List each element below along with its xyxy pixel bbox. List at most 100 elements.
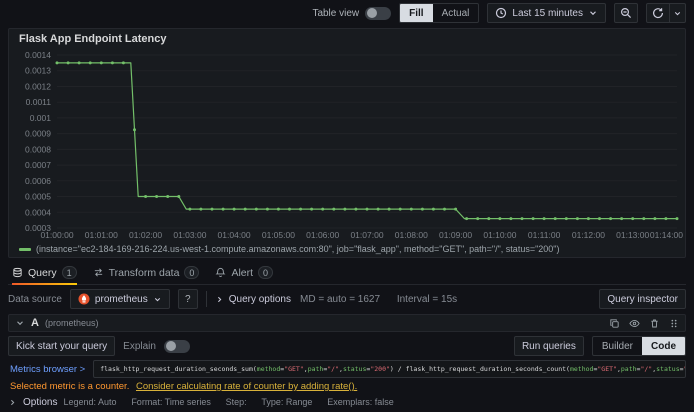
refresh-interval-dropdown[interactable] [670, 3, 686, 23]
copy-icon [610, 318, 619, 328]
divider [205, 291, 207, 307]
remove-query-button[interactable] [649, 318, 660, 329]
legend-series-label[interactable]: (instance="ec2-184-169-216-224.us-west-1… [36, 244, 559, 254]
svg-text:0.001: 0.001 [30, 113, 52, 123]
fill-option[interactable]: Fill [400, 4, 433, 22]
zoom-out-button[interactable] [614, 3, 638, 23]
editor-tabs: Query 1 Transform data 0 Alert 0 [8, 261, 686, 285]
latency-panel: Flask App Endpoint Latency 0.0003 0.0004 0… [8, 28, 686, 258]
kick-start-button[interactable]: Kick start your query [8, 336, 116, 356]
tab-alert-count: 0 [258, 266, 274, 279]
svg-text:0.0012: 0.0012 [25, 82, 51, 92]
chart-legend[interactable]: (instance="ec2-184-169-216-224.us-west-1… [9, 241, 685, 257]
chevron-down-icon[interactable] [15, 318, 25, 328]
promql-editor-row: Metrics browser > flask_http_request_dur… [8, 360, 686, 378]
actual-option[interactable]: Actual [433, 4, 479, 22]
tab-alert[interactable]: Alert 0 [215, 261, 274, 284]
svg-text:01:04:00: 01:04:00 [218, 230, 251, 240]
grip-icon [671, 319, 677, 327]
svg-text:01:11:00: 01:11:00 [528, 230, 561, 240]
datasource-label: Data source [8, 293, 62, 305]
query-row-actions [609, 318, 679, 329]
option-exemplars: Exemplars: false [327, 396, 394, 407]
chevron-down-icon [590, 11, 596, 16]
table-view-toggle[interactable] [365, 6, 392, 20]
options-label: Options [23, 396, 58, 408]
latency-chart[interactable]: 0.00030.00040.00050.00060.00070.00080.00… [9, 49, 685, 241]
options-summary: Legend: Auto Format: Time series Step: T… [63, 397, 405, 408]
datasource-name: prometheus [94, 293, 148, 305]
option-type: Type: Range [261, 396, 313, 407]
svg-text:01:08:00: 01:08:00 [395, 230, 428, 240]
tab-label: Query [28, 266, 57, 279]
svg-text:01:06:00: 01:06:00 [306, 230, 339, 240]
svg-text:0.0009: 0.0009 [25, 129, 51, 139]
help-icon: ? [184, 293, 191, 305]
svg-text:0.0008: 0.0008 [25, 144, 51, 154]
zoom-out-icon [620, 7, 632, 19]
promql-input[interactable]: flask_http_request_duration_seconds_sum(… [93, 360, 686, 378]
code-option[interactable]: Code [642, 337, 685, 355]
refresh-icon [653, 8, 664, 19]
transform-icon [94, 268, 102, 277]
svg-text:01:00:00: 01:00:00 [40, 230, 73, 240]
time-range-picker[interactable]: Last 15 minutes [487, 3, 606, 23]
tab-query-count: 1 [61, 266, 77, 279]
interval-summary: Interval = 15s [396, 293, 458, 305]
tab-transform-count: 0 [184, 266, 200, 279]
chevron-right-icon [11, 399, 15, 405]
toggle-knob [367, 8, 378, 18]
datasource-help-button[interactable]: ? [177, 289, 198, 309]
query-row-header[interactable]: A (prometheus) [8, 314, 686, 332]
option-format: Format: Time series [131, 396, 211, 407]
svg-text:01:10:00: 01:10:00 [483, 230, 516, 240]
legend-series-marker [19, 247, 31, 251]
max-data-points-summary: MD = auto = 1627 [300, 293, 381, 305]
trash-icon [651, 319, 658, 327]
svg-text:0.0006: 0.0006 [25, 176, 51, 186]
query-options-label: Query options [228, 293, 291, 305]
chevron-down-icon [154, 297, 160, 301]
query-inspector-button[interactable]: Query inspector [599, 289, 686, 309]
hide-query-button[interactable] [629, 318, 640, 329]
builder-option[interactable]: Builder [593, 337, 642, 355]
datasource-picker[interactable]: prometheus [69, 289, 170, 309]
query-options-collapsed[interactable]: Options Legend: Auto Format: Time series… [8, 395, 686, 409]
datasource-row: Data source prometheus ? Query options M… [8, 288, 686, 310]
svg-text:0.0007: 0.0007 [25, 160, 51, 170]
tab-query[interactable]: Query 1 [12, 261, 77, 285]
svg-text:01:01:00: 01:01:00 [85, 230, 118, 240]
refresh-button[interactable] [646, 3, 670, 23]
rate-hint-link[interactable]: Consider calculating rate of counter by … [136, 381, 357, 392]
chevron-right-icon [217, 296, 222, 302]
svg-text:0.0014: 0.0014 [25, 50, 51, 60]
prometheus-icon [78, 293, 90, 305]
explain-label: Explain [123, 340, 156, 352]
query-toolbar: Kick start your query Explain Run querie… [8, 336, 686, 356]
svg-text:01:13:00: 01:13:00 [616, 230, 649, 240]
tab-label: Transform data [108, 266, 180, 279]
toggle-knob [165, 341, 176, 351]
metrics-browser-toggle[interactable]: Metrics browser > [8, 364, 87, 375]
chevron-down-icon [674, 11, 681, 15]
svg-text:01:12:00: 01:12:00 [572, 230, 605, 240]
query-options-toggle[interactable]: Query options MD = auto = 1627 Interval … [215, 294, 471, 305]
clock-icon [496, 7, 507, 19]
drag-handle[interactable] [669, 318, 679, 329]
svg-text:0.0004: 0.0004 [25, 207, 51, 217]
tab-transform[interactable]: Transform data 0 [93, 261, 200, 284]
panel-title[interactable]: Flask App Endpoint Latency [9, 29, 685, 49]
tab-label: Alert [231, 266, 254, 279]
run-queries-button[interactable]: Run queries [513, 336, 584, 356]
query-datasource-hint: (prometheus) [44, 318, 99, 328]
svg-text:01:09:00: 01:09:00 [439, 230, 472, 240]
time-range-label: Last 15 minutes [512, 7, 583, 19]
explain-toggle[interactable] [163, 339, 190, 353]
warning-text: Selected metric is a counter. [10, 381, 130, 392]
query-options-summary: MD = auto = 1627 Interval = 15s [300, 294, 471, 305]
refresh-group [646, 3, 686, 23]
panel-editor-topbar: Table view Fill Actual Last 15 minutes [0, 0, 694, 26]
duplicate-query-button[interactable] [609, 318, 620, 329]
fill-actual-group: Fill Actual [399, 3, 480, 23]
query-ref-id: A [31, 317, 39, 329]
